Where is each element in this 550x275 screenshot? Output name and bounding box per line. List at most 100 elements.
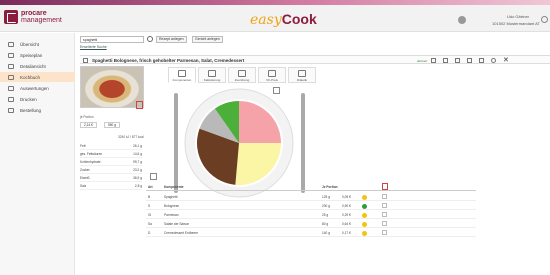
row-checkbox[interactable] bbox=[382, 230, 387, 235]
nutrition-row: Fett 26,1 g bbox=[80, 142, 142, 150]
portion-price: 2,14 € bbox=[80, 122, 97, 128]
advanced-search-link[interactable]: Erweiterte Suche bbox=[80, 45, 107, 49]
calendar-icon bbox=[8, 52, 14, 58]
col-art: Art bbox=[148, 185, 153, 189]
row-art: D bbox=[148, 231, 151, 235]
table-row[interactable]: B Spaghetti 125 g 0,09 € bbox=[146, 193, 476, 201]
row-art: B bbox=[148, 195, 151, 199]
row-checkbox[interactable] bbox=[382, 221, 387, 226]
plate-options-button[interactable] bbox=[273, 87, 280, 94]
table-row[interactable]: S Bolognese 200 g 0,90 € bbox=[146, 202, 476, 210]
search-input[interactable]: spaghetti bbox=[80, 36, 144, 43]
calc-icon bbox=[208, 70, 216, 77]
nutrient-value: 99,7 g bbox=[133, 160, 142, 164]
tab-label: Kalkulierung bbox=[203, 78, 221, 82]
brand-logo-icon bbox=[4, 10, 18, 24]
row-component: Cremedessert Erdbeere bbox=[164, 231, 199, 235]
nutrient-value: 26,1 g bbox=[133, 144, 142, 148]
print-icon bbox=[8, 96, 14, 102]
row-amount: 140 g bbox=[322, 231, 330, 235]
row-component: Salate der Saison bbox=[164, 222, 190, 226]
brand-name-line2: management bbox=[21, 17, 62, 24]
sidebar-item-kochbuch[interactable]: Kochbuch bbox=[0, 72, 75, 82]
row-amount: 200 g bbox=[322, 204, 330, 208]
home-icon bbox=[8, 41, 14, 47]
add-dish-button[interactable]: Gericht anlegen bbox=[192, 36, 223, 43]
sidebar-item-speiseplan[interactable]: Speiseplan bbox=[0, 50, 75, 60]
plate-svg bbox=[184, 88, 294, 198]
sidebar-item-bestellung[interactable]: Bestellung bbox=[0, 105, 75, 115]
nutrient-name: Zucker bbox=[80, 168, 90, 172]
row-checkbox[interactable] bbox=[382, 203, 387, 208]
nutrient-value: 36,9 g bbox=[133, 176, 142, 180]
portion-label: je Portion bbox=[80, 115, 94, 119]
table-header: Art Komponente Je Portion bbox=[146, 183, 476, 191]
nutrient-name: Eiweiß bbox=[80, 176, 90, 180]
sidebar-item-uebersicht[interactable]: Übersicht bbox=[0, 39, 75, 49]
row-art: Gl bbox=[148, 213, 152, 217]
col-portion: Je Portion bbox=[322, 185, 338, 189]
sidebar-item-detailansicht[interactable]: Detailansicht bbox=[0, 61, 75, 71]
save-icon[interactable] bbox=[467, 58, 472, 63]
tab-kalkulierung[interactable]: Kalkulierung bbox=[198, 67, 226, 83]
row-checkbox[interactable] bbox=[382, 212, 387, 217]
tab-diaetetik[interactable]: Diätetik bbox=[288, 67, 316, 83]
table-row[interactable]: D Cremedessert Erdbeere 140 g 0,17 € bbox=[146, 229, 476, 237]
sidebar-item-label: Drucken bbox=[20, 96, 37, 102]
tab-komponenten[interactable]: Komponenten bbox=[168, 67, 196, 83]
row-art: S bbox=[148, 204, 151, 208]
tab-vk-preis[interactable]: VK-Preis bbox=[258, 67, 286, 83]
row-art: Sa bbox=[148, 222, 152, 226]
nutrient-value: 23,2 g bbox=[133, 168, 142, 172]
print-icon[interactable] bbox=[479, 58, 484, 63]
app-title: easyCook bbox=[250, 12, 317, 27]
nutrition-row: Kohlenhydrate 99,7 g bbox=[80, 158, 142, 166]
delete-all-icon[interactable] bbox=[382, 183, 388, 190]
nutrition-row: Zucker 23,2 g bbox=[80, 166, 142, 174]
row-price: 0,90 € bbox=[342, 204, 351, 208]
nutrient-value: 14,6 g bbox=[133, 152, 142, 156]
knife-icon bbox=[301, 93, 305, 193]
sidebar: Übersicht Speiseplan Detailansicht Kochb… bbox=[0, 33, 75, 275]
nutrient-name: Fett bbox=[80, 144, 86, 148]
row-checkbox[interactable] bbox=[382, 194, 387, 199]
logout-icon[interactable] bbox=[541, 16, 548, 23]
row-price: 0,09 € bbox=[342, 195, 351, 199]
add-component-icon[interactable] bbox=[150, 173, 157, 180]
chart-icon bbox=[8, 85, 14, 91]
sidebar-item-auswertungen[interactable]: Auswertungen bbox=[0, 83, 75, 93]
row-price: 0,64 € bbox=[342, 222, 351, 226]
copy-icon[interactable] bbox=[443, 58, 448, 63]
sidebar-item-label: Bestellung bbox=[20, 107, 42, 113]
sidebar-item-label: Auswertungen bbox=[20, 85, 49, 91]
book-icon bbox=[8, 74, 14, 80]
recipe-icon bbox=[83, 58, 88, 63]
col-komponente: Komponente bbox=[164, 185, 184, 189]
row-price: 0,17 € bbox=[342, 231, 351, 235]
diet-icon bbox=[298, 70, 306, 77]
recipe-title-bar: Spaghetti Bolognese, frisch gehobelter P… bbox=[80, 55, 550, 64]
sidebar-item-drucken[interactable]: Drucken bbox=[0, 94, 75, 104]
duplicate-icon[interactable] bbox=[455, 58, 460, 63]
add-recipe-button[interactable]: Rezept anlegen bbox=[156, 36, 187, 43]
status-dot-icon bbox=[362, 212, 367, 218]
app-title-cook: Cook bbox=[281, 11, 317, 27]
status-dot-icon bbox=[362, 203, 367, 209]
tab-label: Diätetik bbox=[296, 78, 307, 82]
app-header: procare management easyCook Udo Gärtner … bbox=[0, 5, 550, 32]
delete-photo-icon[interactable] bbox=[136, 101, 143, 109]
gear-icon[interactable] bbox=[458, 16, 466, 24]
table-row[interactable]: Gl Parmesan 25 g 0,29 € bbox=[146, 211, 476, 219]
tab-label: VK-Preis bbox=[266, 78, 278, 82]
brand-name-line1: procare bbox=[21, 10, 47, 17]
edit-icon[interactable] bbox=[431, 58, 436, 63]
row-amount: 25 g bbox=[322, 213, 329, 217]
row-component: Spaghetti bbox=[164, 195, 178, 199]
account-selector[interactable]: 101502 Mustermandant AT bbox=[470, 21, 540, 26]
user-name: Udo Gärtner bbox=[506, 14, 529, 19]
table-row[interactable]: Sa Salate der Saison 80 g 0,64 € bbox=[146, 220, 476, 228]
tab-zuordnung[interactable]: Zuordnung bbox=[228, 67, 256, 83]
close-icon[interactable]: ✕ bbox=[503, 57, 509, 64]
info-icon[interactable] bbox=[491, 58, 496, 63]
search-icon[interactable] bbox=[147, 36, 153, 42]
